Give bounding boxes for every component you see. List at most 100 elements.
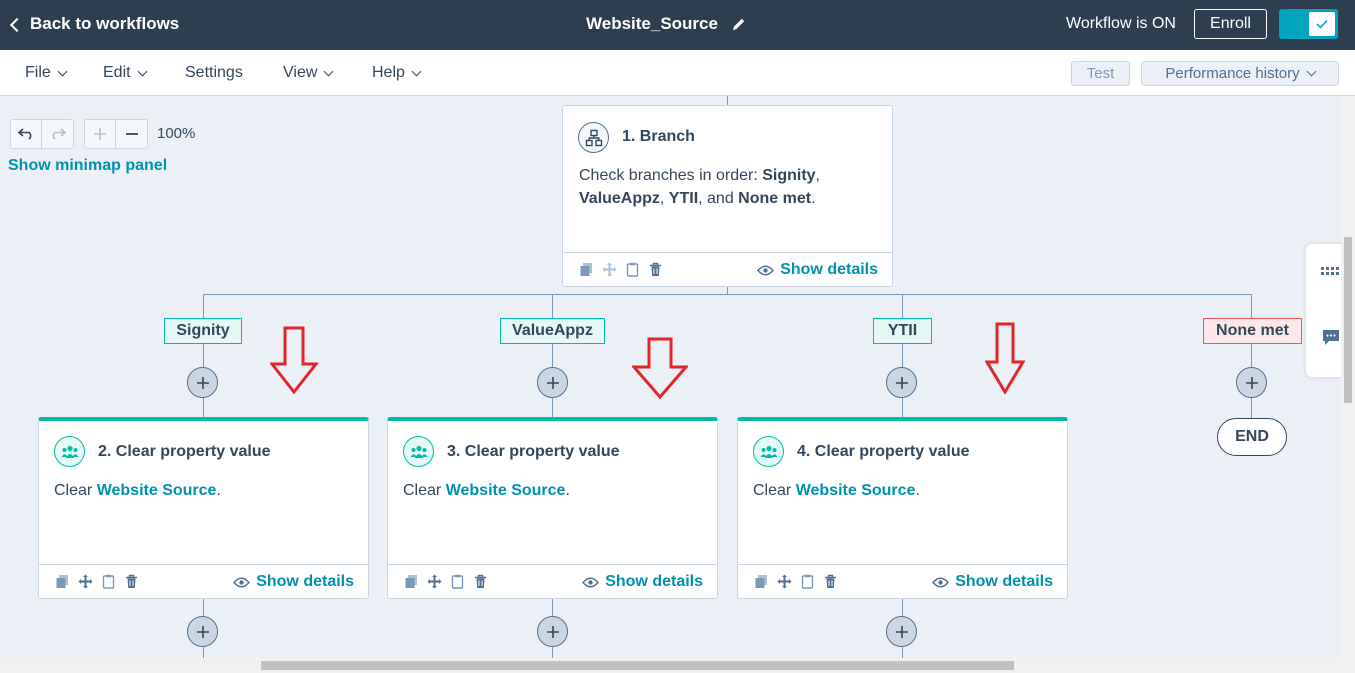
menu-settings[interactable]: Settings bbox=[185, 64, 243, 82]
copy-icon[interactable] bbox=[754, 574, 769, 589]
contacts-icon bbox=[403, 436, 434, 467]
branch-icon bbox=[578, 122, 609, 153]
workflow-name[interactable]: Website_Source bbox=[586, 14, 718, 34]
clipboard-icon[interactable] bbox=[625, 262, 640, 277]
performance-history-label: Performance history bbox=[1165, 65, 1300, 82]
vertical-scrollbar-thumb[interactable] bbox=[1344, 237, 1352, 403]
horizontal-scrollbar-thumb[interactable] bbox=[261, 661, 1014, 670]
move-icon[interactable] bbox=[427, 574, 442, 589]
show-details-label: Show details bbox=[780, 261, 878, 278]
branch-card-title: 1. Branch bbox=[622, 128, 695, 145]
add-action-button[interactable] bbox=[187, 367, 218, 398]
zoom-group bbox=[84, 119, 148, 149]
copy-icon[interactable] bbox=[579, 262, 594, 277]
zoom-out-button[interactable] bbox=[116, 120, 147, 148]
move-icon[interactable] bbox=[78, 574, 93, 589]
minus-icon bbox=[125, 133, 138, 135]
undo-button[interactable] bbox=[11, 120, 42, 148]
end-node: END bbox=[1217, 418, 1287, 456]
action-card-4[interactable]: 4. Clear property value Clear Website So… bbox=[737, 417, 1068, 599]
performance-history-button[interactable]: Performance history bbox=[1141, 61, 1339, 86]
connector-none-met bbox=[1251, 294, 1252, 418]
redo-button[interactable] bbox=[42, 120, 73, 148]
branch-card-footer: Show details bbox=[563, 252, 892, 286]
plus-icon bbox=[895, 625, 908, 638]
copy-icon[interactable] bbox=[55, 574, 70, 589]
show-details-label: Show details bbox=[955, 573, 1053, 590]
show-minimap-link[interactable]: Show minimap panel bbox=[8, 157, 167, 175]
branch-label-ytii[interactable]: YTII bbox=[873, 318, 932, 344]
add-action-button[interactable] bbox=[886, 367, 917, 398]
branch-label-none-met[interactable]: None met bbox=[1203, 318, 1302, 344]
menu-view[interactable]: View bbox=[283, 64, 334, 82]
annotation-arrow-down-icon bbox=[632, 337, 688, 399]
action-suffix: . bbox=[565, 482, 570, 499]
add-action-button[interactable] bbox=[1236, 367, 1267, 398]
action-show-details-link[interactable]: Show details bbox=[582, 573, 703, 591]
zoom-level: 100% bbox=[157, 125, 196, 142]
action-card-title: 4. Clear property value bbox=[797, 443, 970, 460]
keyboard-button[interactable] bbox=[1320, 260, 1342, 282]
property-link[interactable]: Website Source bbox=[97, 482, 217, 499]
move-icon[interactable] bbox=[777, 574, 792, 589]
action-card-3[interactable]: 3. Clear property value Clear Website So… bbox=[387, 417, 718, 599]
back-to-workflows-link[interactable]: Back to workflows bbox=[9, 14, 180, 34]
move-icon[interactable] bbox=[602, 262, 617, 277]
add-action-button[interactable] bbox=[886, 616, 917, 647]
connector-ytii bbox=[902, 294, 903, 418]
clipboard-icon[interactable] bbox=[450, 574, 465, 589]
clipboard-icon[interactable] bbox=[800, 574, 815, 589]
test-button[interactable]: Test bbox=[1071, 61, 1130, 86]
show-details-label: Show details bbox=[605, 573, 703, 590]
menu-file-label: File bbox=[25, 64, 51, 81]
action-card-actions bbox=[404, 574, 488, 589]
check-icon bbox=[1316, 19, 1328, 29]
trash-icon[interactable] bbox=[124, 574, 139, 589]
add-action-button[interactable] bbox=[187, 616, 218, 647]
branch-show-details-link[interactable]: Show details bbox=[757, 261, 878, 279]
workflow-toggle[interactable] bbox=[1279, 9, 1338, 39]
plus-icon bbox=[1245, 376, 1258, 389]
plus-icon bbox=[546, 625, 559, 638]
action-card-title: 2. Clear property value bbox=[98, 443, 271, 460]
clipboard-icon[interactable] bbox=[101, 574, 116, 589]
plus-icon bbox=[895, 376, 908, 389]
action-card-2[interactable]: 2. Clear property value Clear Website So… bbox=[38, 417, 369, 599]
trash-icon[interactable] bbox=[823, 574, 838, 589]
plus-icon bbox=[94, 128, 106, 140]
branch-order-2: ValueAppz bbox=[579, 190, 660, 207]
action-card-description: Clear Website Source. bbox=[753, 479, 920, 502]
chevron-down-icon bbox=[137, 66, 148, 76]
chevron-down-icon bbox=[411, 66, 422, 76]
action-show-details-link[interactable]: Show details bbox=[233, 573, 354, 591]
trash-icon[interactable] bbox=[648, 262, 663, 277]
menu-help[interactable]: Help bbox=[372, 64, 422, 82]
menu-settings-label: Settings bbox=[185, 64, 243, 81]
toggle-knob bbox=[1309, 12, 1335, 36]
back-label: Back to workflows bbox=[30, 14, 180, 33]
branch-card-actions bbox=[579, 262, 663, 277]
branch-label-signity[interactable]: Signity bbox=[164, 318, 242, 344]
plus-icon bbox=[546, 376, 559, 389]
menu-edit[interactable]: Edit bbox=[103, 64, 148, 82]
trash-icon[interactable] bbox=[473, 574, 488, 589]
comments-button[interactable] bbox=[1320, 326, 1342, 348]
action-show-details-link[interactable]: Show details bbox=[932, 573, 1053, 591]
workflow-status: Workflow is ON bbox=[1066, 15, 1176, 32]
branch-label-valueappz[interactable]: ValueAppz bbox=[500, 318, 605, 344]
branch-card-description: Check branches in order: Signity, ValueAp… bbox=[579, 164, 879, 210]
plus-icon bbox=[196, 376, 209, 389]
enroll-button[interactable]: Enroll bbox=[1194, 9, 1267, 39]
connector-branch-horizontal bbox=[203, 294, 1252, 295]
redo-icon bbox=[52, 128, 66, 140]
copy-icon[interactable] bbox=[404, 574, 419, 589]
property-link[interactable]: Website Source bbox=[446, 482, 566, 499]
pencil-icon[interactable] bbox=[732, 17, 746, 31]
add-action-button[interactable] bbox=[537, 367, 568, 398]
branch-card[interactable]: 1. Branch Check branches in order: Signi… bbox=[562, 105, 893, 287]
menu-file[interactable]: File bbox=[25, 64, 68, 82]
chevron-left-icon bbox=[9, 17, 25, 32]
add-action-button[interactable] bbox=[537, 616, 568, 647]
property-link[interactable]: Website Source bbox=[796, 482, 916, 499]
zoom-in-button[interactable] bbox=[85, 120, 116, 148]
